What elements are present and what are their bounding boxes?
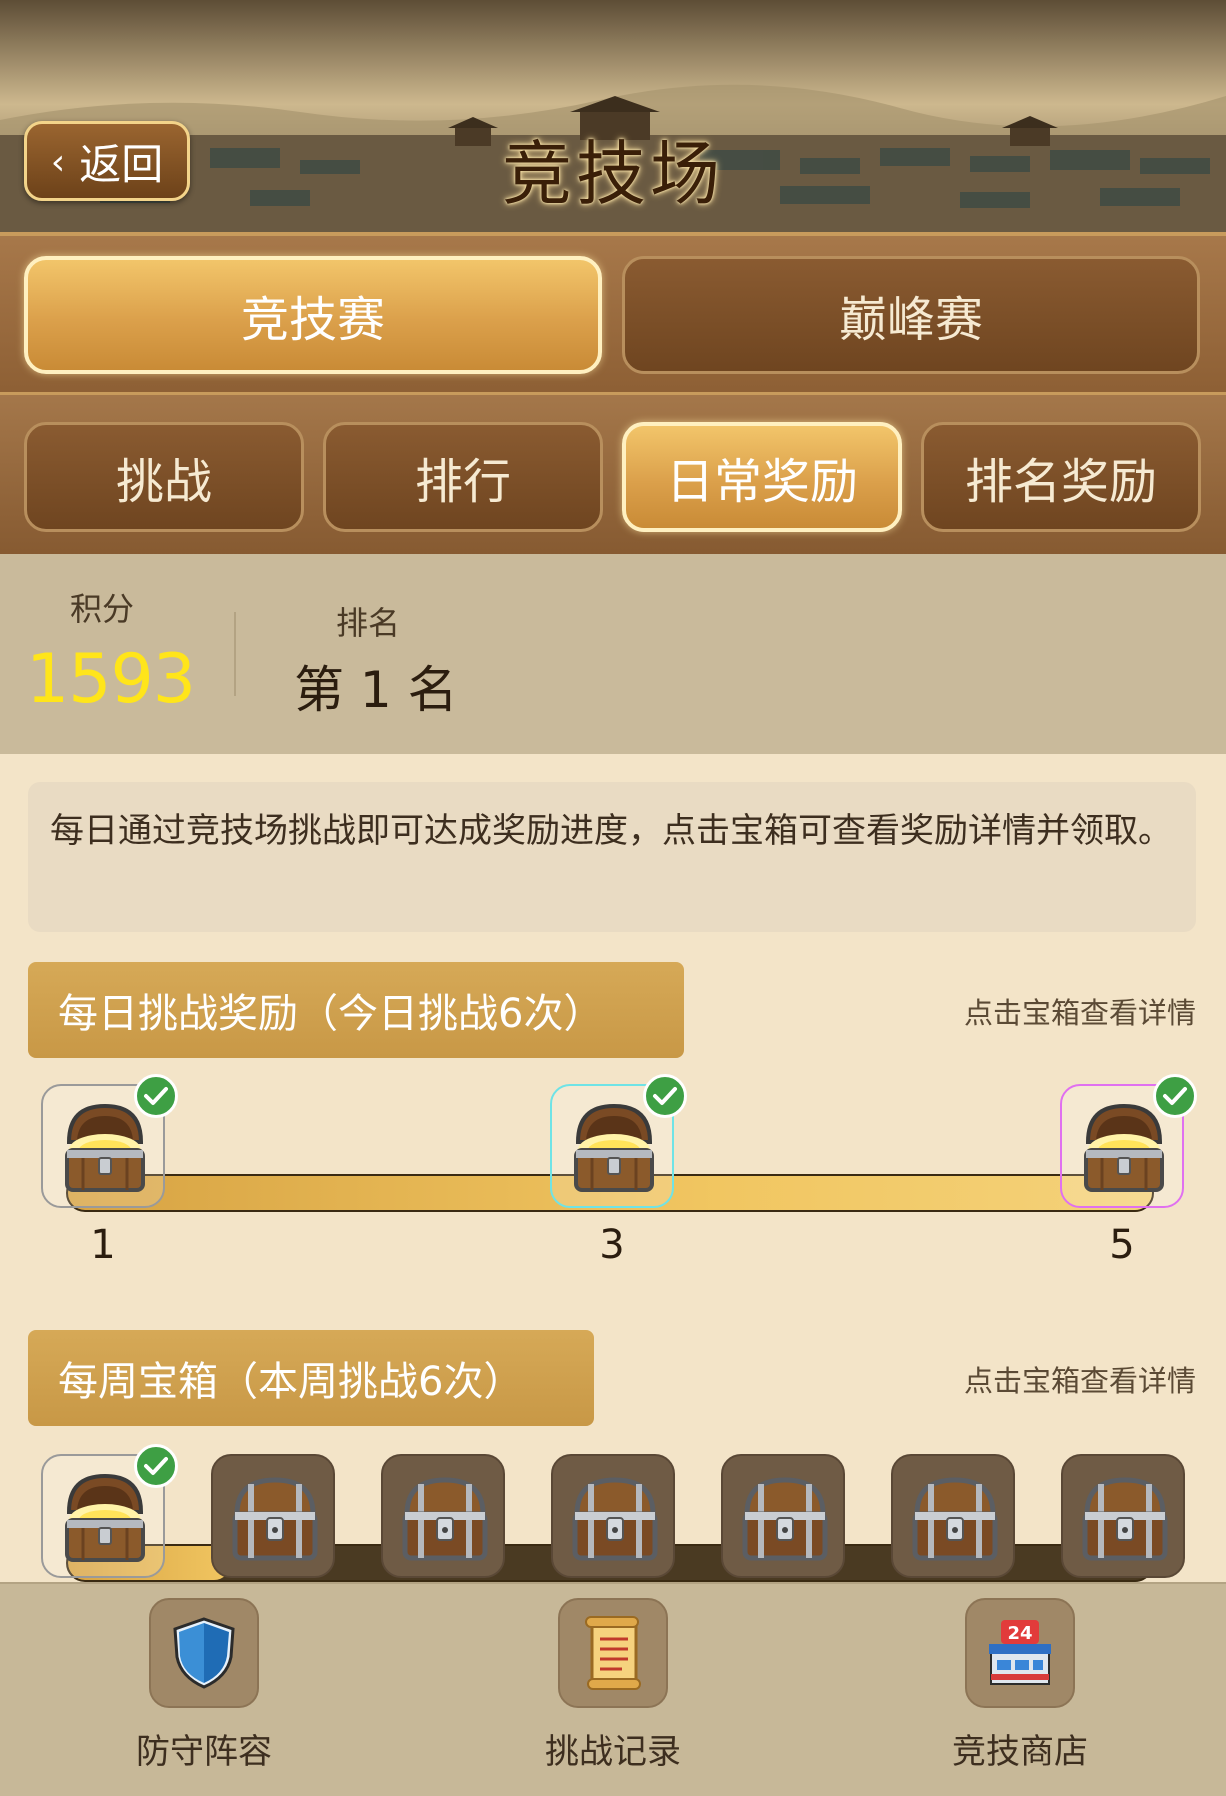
score-value: 1593 — [26, 640, 196, 719]
weekly-chest-2[interactable] — [211, 1454, 335, 1578]
rank-value: 第 1 名 — [294, 661, 458, 719]
closed-chest-icon — [402, 1477, 488, 1561]
check-icon — [134, 1074, 178, 1118]
info-description: 每日通过竞技场挑战即可达成奖励进度，点击宝箱可查看奖励详情并领取。 — [28, 782, 1196, 932]
weekly-chest-6[interactable] — [891, 1454, 1015, 1578]
scroll-icon — [558, 1598, 668, 1708]
weekly-hint: 点击宝箱查看详情 — [963, 1364, 1196, 1398]
milestone-label: 1 — [90, 1222, 116, 1268]
check-icon — [643, 1074, 687, 1118]
shield-icon — [149, 1598, 259, 1708]
closed-chest-icon — [742, 1477, 828, 1561]
nav-defense-lineup[interactable]: 防守阵容 — [94, 1598, 314, 1773]
closed-chest-icon — [912, 1477, 998, 1561]
tab-challenge[interactable]: 挑战 — [24, 422, 304, 532]
check-icon — [1153, 1074, 1197, 1118]
weekly-chest-4[interactable] — [551, 1454, 675, 1578]
shop-icon: 24 — [965, 1598, 1075, 1708]
daily-section-title: 每日挑战奖励（今日挑战6次） — [28, 962, 684, 1058]
daily-hint: 点击宝箱查看详情 — [963, 996, 1196, 1030]
nav-challenge-records[interactable]: 挑战记录 — [503, 1598, 723, 1773]
page-title: 竞技场 — [502, 133, 724, 215]
score-label: 积分 — [70, 590, 135, 628]
nav-arena-shop[interactable]: 24 竞技商店 — [910, 1598, 1130, 1773]
rank-label: 排名 — [336, 604, 401, 642]
tab-daily-rewards[interactable]: 日常奖励 — [622, 422, 902, 532]
sub-tab-bar: 挑战 排行 日常奖励 排名奖励 — [0, 392, 1226, 557]
milestone-label: 5 — [1109, 1222, 1135, 1268]
nav-defense-lineup-label: 防守阵容 — [136, 1732, 272, 1772]
tab-rank-rewards[interactable]: 排名奖励 — [921, 422, 1201, 532]
closed-chest-icon — [1082, 1477, 1168, 1561]
closed-chest-icon — [572, 1477, 658, 1561]
nav-challenge-records-label: 挑战记录 — [545, 1732, 681, 1772]
stats-divider — [234, 612, 236, 696]
check-icon — [134, 1444, 178, 1488]
closed-chest-icon — [232, 1477, 318, 1561]
weekly-chest-3[interactable] — [381, 1454, 505, 1578]
bottom-nav: 防守阵容 挑战记录 24 竞技商店 — [0, 1582, 1226, 1796]
header-banner: ‹ 返回 竞技场 — [0, 0, 1226, 232]
tab-peak-match[interactable]: 巅峰赛 — [622, 256, 1200, 374]
mode-tab-bar: 竞技赛 巅峰赛 — [0, 232, 1226, 396]
weekly-chest-7[interactable] — [1061, 1454, 1185, 1578]
milestone-label: 3 — [599, 1222, 625, 1268]
weekly-chest-5[interactable] — [721, 1454, 845, 1578]
weekly-section-title: 每周宝箱（本周挑战6次） — [28, 1330, 594, 1426]
tab-ranking[interactable]: 排行 — [323, 422, 603, 532]
nav-arena-shop-label: 竞技商店 — [952, 1732, 1088, 1772]
tab-arena-match[interactable]: 竞技赛 — [24, 256, 602, 374]
svg-text:24: 24 — [1007, 1623, 1032, 1644]
